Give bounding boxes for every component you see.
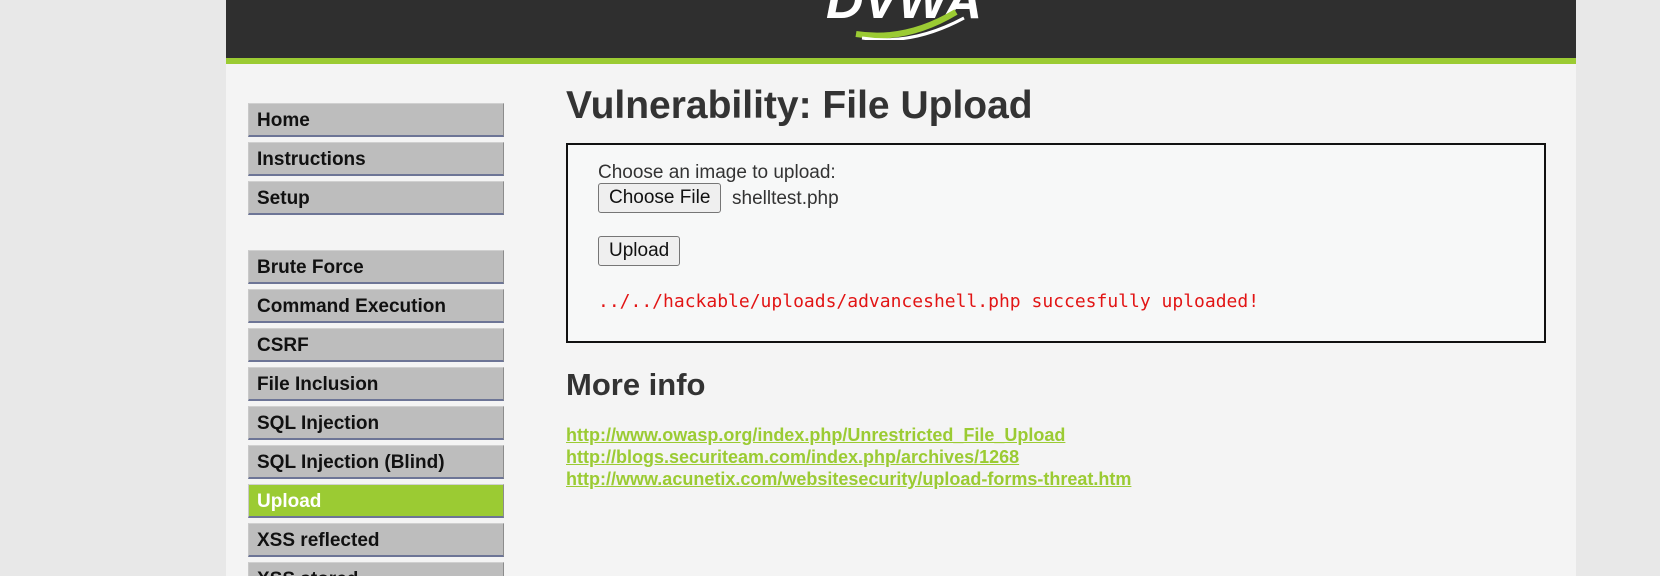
more-info-heading: More info (566, 367, 706, 402)
menu-item-instructions[interactable]: Instructions (248, 142, 504, 176)
menu-item-sql-injection-blind[interactable]: SQL Injection (Blind) (248, 445, 504, 479)
menu-item-sql-injection[interactable]: SQL Injection (248, 406, 504, 440)
choose-file-button[interactable]: Choose File (598, 183, 722, 213)
page-container: DVWA Home Instructions Setup Brute Force… (226, 0, 1576, 576)
dvwa-logo: DVWA (826, 0, 982, 40)
menu-item-csrf[interactable]: CSRF (248, 328, 504, 362)
acunetix-link[interactable]: http://www.acunetix.com/websitesecurity/… (566, 468, 1131, 490)
selected-file-name: shelltest.php (732, 188, 839, 209)
securiteam-link[interactable]: http://blogs.securiteam.com/index.php/ar… (566, 446, 1131, 468)
menu-item-xss-reflected[interactable]: XSS reflected (248, 523, 504, 557)
owasp-link[interactable]: http://www.owasp.org/index.php/Unrestric… (566, 424, 1131, 446)
choose-file-label: Choose an image to upload: (598, 162, 836, 183)
menu-item-brute-force[interactable]: Brute Force (248, 250, 504, 284)
header: DVWA (226, 0, 1576, 64)
page-title: Vulnerability: File Upload (566, 84, 1033, 127)
menu-item-file-inclusion[interactable]: File Inclusion (248, 367, 504, 401)
logo-text: DVWA (826, 0, 982, 30)
main-body: Vulnerability: File Upload Choose an ima… (566, 80, 1566, 489)
menu-item-command-execution[interactable]: Command Execution (248, 289, 504, 323)
upload-button[interactable]: Upload (598, 236, 681, 266)
menu-divider (248, 220, 504, 250)
upload-result-message: ../../hackable/uploads/advanceshell.php … (598, 291, 1260, 312)
menu-item-home[interactable]: Home (248, 103, 504, 137)
main-menu: Home Instructions Setup Brute Force Comm… (248, 103, 504, 576)
menu-item-setup[interactable]: Setup (248, 181, 504, 215)
menu-item-upload[interactable]: Upload (248, 484, 504, 518)
menu-item-xss-stored[interactable]: XSS stored (248, 562, 504, 576)
upload-form-box: Choose an image to upload: Choose File s… (566, 143, 1546, 343)
more-info-links: http://www.owasp.org/index.php/Unrestric… (566, 424, 1131, 490)
